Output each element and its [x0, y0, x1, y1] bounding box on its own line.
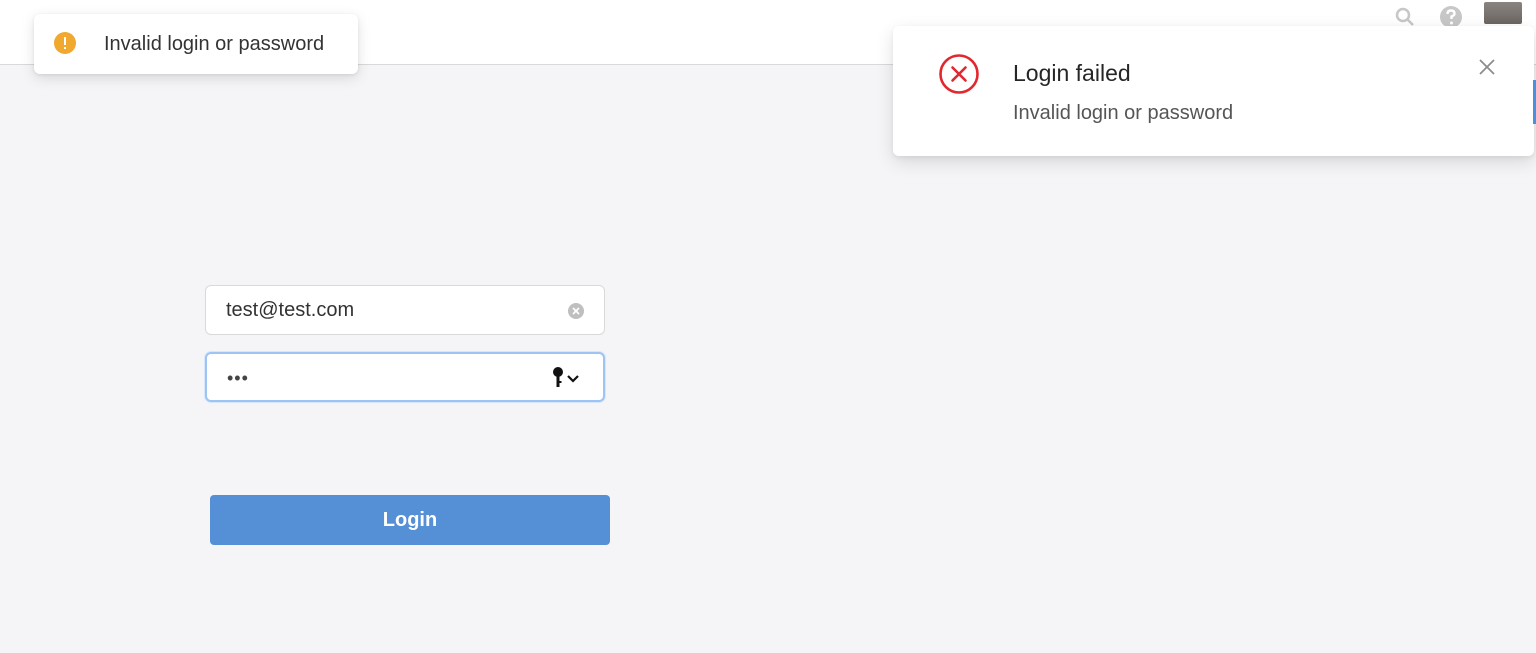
password-masked-value: •••: [227, 368, 249, 388]
avatar[interactable]: [1484, 2, 1522, 24]
error-circle-icon: [939, 54, 979, 94]
notification-description: Invalid login or password: [1013, 102, 1234, 124]
password-field[interactable]: •••: [205, 352, 605, 402]
warning-icon: [54, 32, 76, 54]
email-value: test@test.com: [226, 299, 355, 321]
warning-message-toast: Invalid login or password: [34, 14, 358, 74]
notification-title: Login failed: [1013, 60, 1131, 86]
login-button[interactable]: Login: [210, 495, 610, 545]
warning-message-text: Invalid login or password: [104, 33, 325, 55]
close-icon[interactable]: [1476, 56, 1498, 78]
error-notification: Login failed Invalid login or password: [893, 26, 1534, 156]
email-field[interactable]: test@test.com: [205, 285, 605, 335]
key-dropdown-icon[interactable]: [551, 366, 583, 390]
clear-circle-icon[interactable]: [567, 302, 585, 320]
